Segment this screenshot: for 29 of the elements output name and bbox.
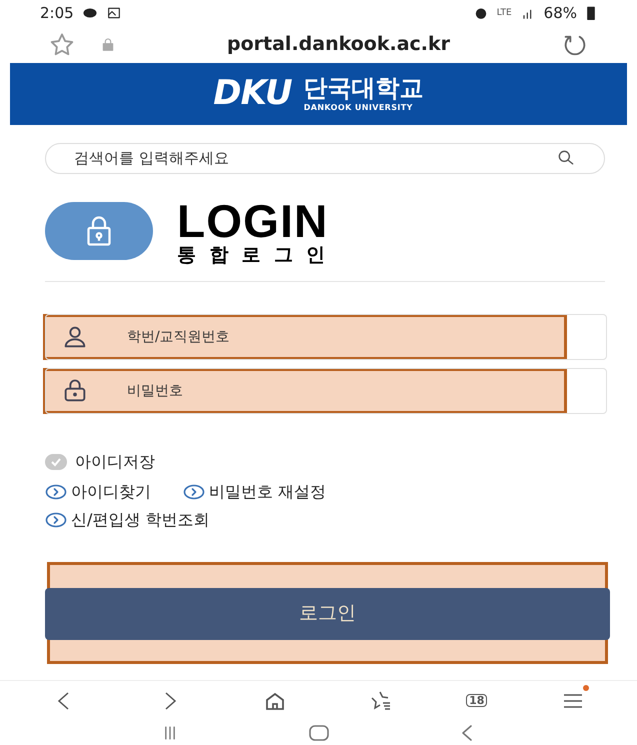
link[interactable]: 비밀번호 재설정 [183, 480, 326, 504]
save-id-label: 아이디저장 [75, 450, 155, 473]
chevron-circle-icon [45, 512, 67, 528]
chevron-circle-icon [183, 484, 205, 500]
save-id-checkbox[interactable] [45, 454, 67, 470]
network-label: LTE [496, 6, 512, 20]
search-input[interactable]: 검색어를 입력해주세요 [74, 147, 556, 170]
check-icon [50, 456, 62, 468]
battery-percent: 68% [544, 3, 577, 24]
link-label: 신/편입생 학번조회 [71, 508, 210, 531]
tabs-button[interactable]: 18 [466, 694, 488, 708]
status-time: 2:05 [40, 3, 74, 24]
login-subtitle: 통합로그인 [177, 246, 338, 265]
input-field[interactable]: 학번/교직원번호 [45, 314, 607, 360]
university-name-english: DANKOOK UNIVERSITY [304, 104, 413, 112]
lock-icon [100, 36, 116, 53]
link-label: 아이디찾기 [71, 480, 151, 503]
link[interactable]: 아이디찾기 [45, 480, 151, 504]
login-button[interactable]: 로그인 [45, 588, 610, 640]
url-text[interactable]: portal.dankook.ac.kr [116, 30, 561, 59]
link[interactable]: 신/편입생 학번조회 [45, 508, 210, 532]
search-field[interactable]: 검색어를 입력해주세요 [45, 143, 605, 174]
login-title: LOGIN [177, 198, 330, 244]
logo-mark: DKU [213, 72, 292, 116]
battery-icon [585, 5, 597, 22]
chevron-circle-icon [45, 484, 67, 500]
input-field[interactable]: 비밀번호 [45, 368, 607, 414]
link-label: 비밀번호 재설정 [209, 480, 326, 503]
university-name: 단국대학교 [304, 76, 424, 100]
